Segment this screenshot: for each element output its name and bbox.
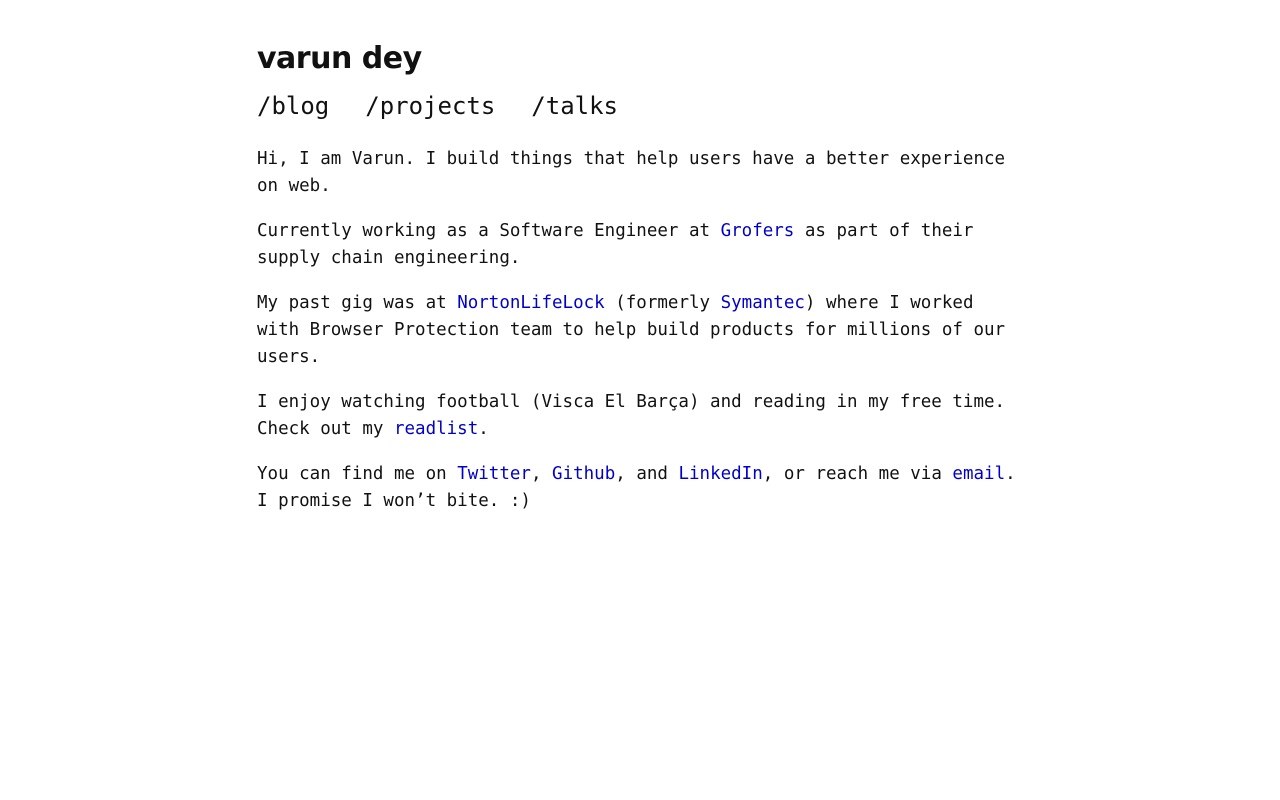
nav-projects-link[interactable]: /projects (365, 90, 495, 122)
intro-paragraph-5: You can find me on Twitter, Github, and … (257, 461, 1017, 515)
intro-text: My past gig was at (257, 293, 458, 313)
intro-paragraph-1: Hi, I am Varun. I build things that help… (257, 146, 1017, 200)
intro-text: You can find me on (257, 464, 458, 484)
intro-paragraph-3: My past gig was at NortonLifeLock (forme… (257, 290, 1017, 371)
nortonlifelock-link[interactable]: NortonLifeLock (457, 293, 605, 313)
intro-text: Hi, I am Varun. I build things that help… (257, 149, 1006, 196)
intro-text: Currently working as a Software Engineer… (257, 221, 721, 241)
intro-text: I enjoy watching football (Visca El Barç… (257, 392, 1006, 439)
intro-text: . (478, 419, 489, 439)
linkedin-link[interactable]: LinkedIn (678, 464, 762, 484)
intro-paragraph-4: I enjoy watching football (Visca El Barç… (257, 389, 1017, 443)
main-nav: /blog /projects /talks (257, 90, 1017, 122)
symantec-link[interactable]: Symantec (721, 293, 805, 313)
intro-paragraph-2: Currently working as a Software Engineer… (257, 218, 1017, 272)
intro-text: , or reach me via (762, 464, 953, 484)
readlist-link[interactable]: readlist (394, 419, 478, 439)
intro-text: , (530, 464, 553, 484)
twitter-link[interactable]: Twitter (457, 464, 531, 484)
grofers-link[interactable]: Grofers (721, 221, 795, 241)
site-title: varun dey (257, 41, 422, 76)
intro-text: , and (615, 464, 679, 484)
nav-blog-link[interactable]: /blog (257, 90, 329, 122)
intro-content: Hi, I am Varun. I build things that help… (257, 146, 1017, 515)
main-container: varun dey /blog /projects /talks Hi, I a… (257, 38, 1017, 533)
github-link[interactable]: Github (552, 464, 615, 484)
intro-text: (formerly (604, 293, 721, 313)
email-link[interactable]: email (952, 464, 1005, 484)
page: varun dey /blog /projects /talks Hi, I a… (0, 0, 1280, 800)
nav-talks-link[interactable]: /talks (531, 90, 618, 122)
